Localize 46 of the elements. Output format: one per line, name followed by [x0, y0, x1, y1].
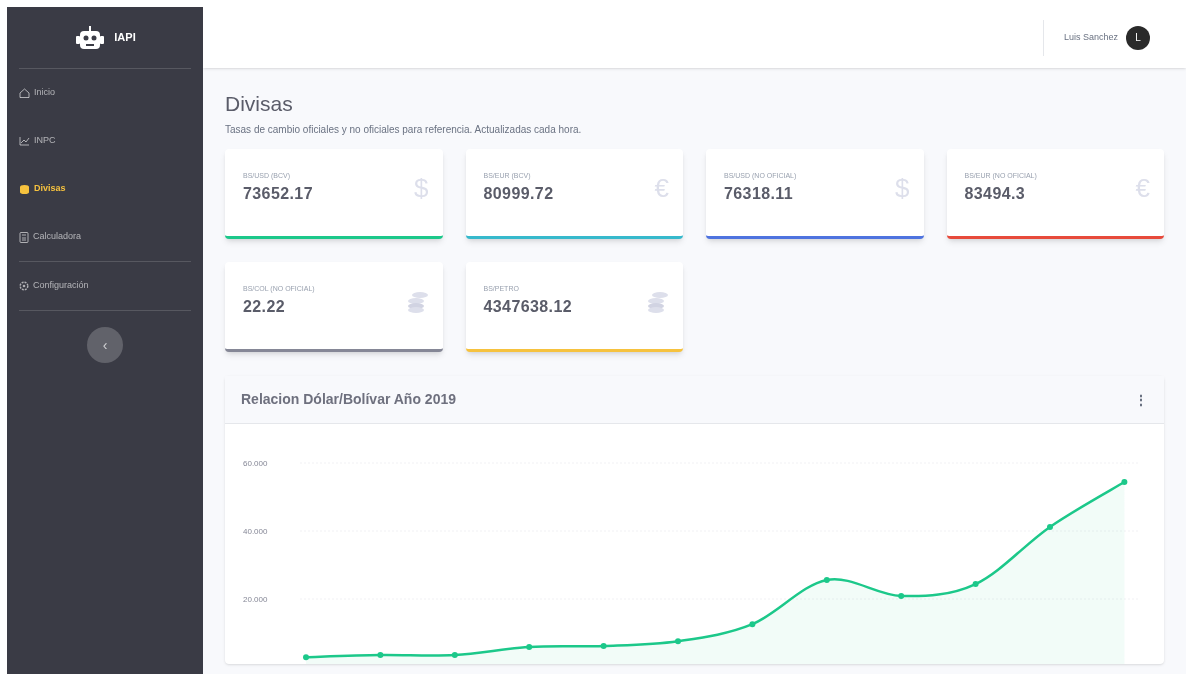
sidebar-item[interactable]: Divisas [19, 165, 191, 213]
sidebar-item[interactable]: INPC [19, 117, 191, 165]
currency-symbol: € [1135, 172, 1150, 205]
card-value: 76318.11 [724, 183, 795, 204]
card-value: 4347638.12 [483, 296, 573, 317]
chart-title: Relacion Dólar/Bolívar Año 2019 [241, 390, 456, 409]
data-point [303, 654, 309, 661]
line-chart-icon [19, 136, 30, 146]
more-menu-button[interactable]: ⋮ [1134, 389, 1148, 410]
sidebar-item[interactable]: Inicio [19, 69, 191, 117]
sidebar-item[interactable]: Configuración [19, 262, 191, 310]
data-point [377, 652, 384, 659]
calculator-icon [19, 231, 29, 243]
card-value: 83494.3 [964, 183, 1027, 204]
coins-icon [19, 184, 30, 194]
y-axis-label: 60.000 [243, 459, 268, 468]
data-point [898, 592, 905, 599]
currency-symbol: € [654, 172, 669, 205]
brand-name: IAPI [114, 30, 136, 46]
data-point [600, 642, 607, 649]
data-point [1047, 523, 1053, 530]
data-point [749, 621, 756, 628]
card-value: 80999.72 [483, 183, 554, 204]
data-point [526, 643, 533, 650]
y-axis-label: 20.000 [243, 595, 268, 604]
robot-icon [74, 24, 107, 51]
data-point [451, 652, 458, 659]
data-point [823, 576, 830, 583]
data-point [972, 581, 979, 588]
data-point [675, 638, 681, 645]
page-subtitle: Tasas de cambio oficiales y no oficiales para referencia. Actualizadas cada hora. [225, 123, 583, 137]
card-value: 73652.17 [243, 183, 313, 204]
home-icon [19, 88, 30, 98]
currency-symbol: $ [895, 172, 910, 205]
sidebar-toggle-button[interactable]: ‹ [87, 327, 123, 363]
card-value: 22.22 [243, 296, 287, 317]
user-name[interactable]: Luis Sanchez [1063, 30, 1118, 45]
sidebar-item[interactable]: Calculadora [19, 213, 191, 261]
settings-icon [19, 281, 29, 291]
avatar[interactable]: L [1126, 25, 1150, 50]
currency-symbol: $ [414, 172, 429, 205]
coins-icon [406, 289, 429, 314]
y-axis-label: 40.000 [243, 527, 268, 536]
data-point [1121, 479, 1128, 486]
coins-icon [647, 289, 669, 314]
page-title: Divisas [225, 91, 294, 117]
